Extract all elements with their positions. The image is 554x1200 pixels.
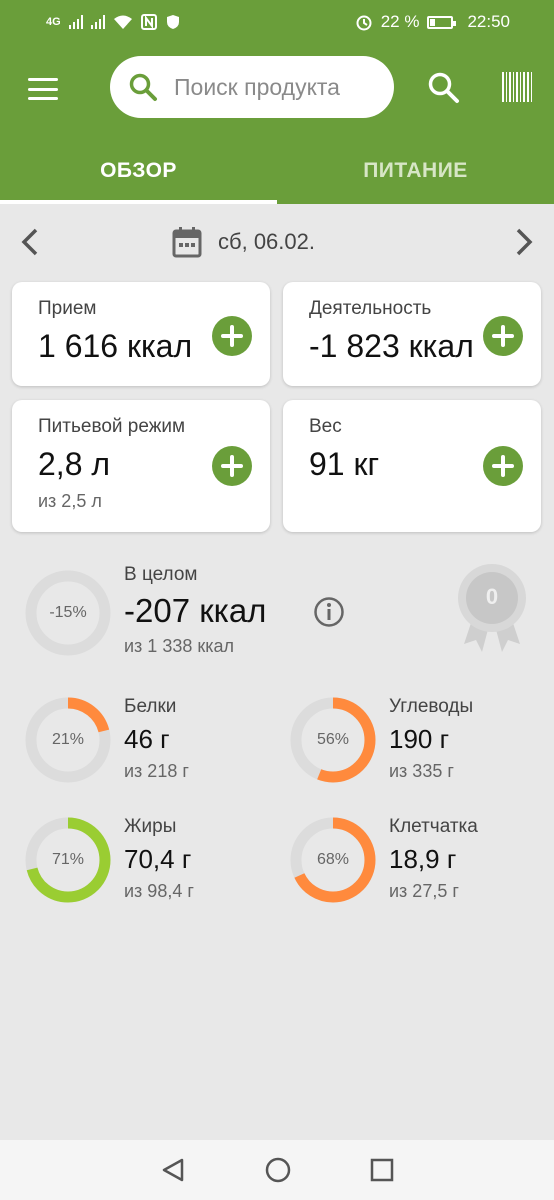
overall-label: В целом <box>124 564 198 585</box>
overall-percent: -15% <box>49 604 87 621</box>
home-icon[interactable] <box>265 1157 291 1183</box>
system-nav-bar <box>0 1140 554 1200</box>
carbs-percent: 56% <box>316 731 350 748</box>
fiber-percent: 68% <box>316 851 350 868</box>
overall-goal: из 1 338 ккал <box>124 636 235 656</box>
date-label: сб, 06.02. <box>218 229 315 254</box>
menu-icon[interactable] <box>28 78 58 100</box>
overall-ring: -15% <box>24 569 112 657</box>
info-icon[interactable] <box>313 596 345 628</box>
fiber-value: 18,9 г <box>389 844 457 874</box>
fiber-label: Клетчатка <box>389 816 478 837</box>
signal-icon-2 <box>90 15 105 29</box>
protein-ring: 21% <box>24 696 112 784</box>
calendar-icon <box>172 227 202 258</box>
weight-label: Вес <box>309 416 342 437</box>
fiber-goal: из 27,5 г <box>389 881 459 901</box>
fat-goal: из 98,4 г <box>124 881 194 901</box>
add-water-button[interactable] <box>212 446 252 486</box>
recents-icon[interactable] <box>370 1158 394 1182</box>
carbs-stat: Углеводы 190 г из 335 г <box>389 696 473 782</box>
water-goal: из 2,5 л <box>38 491 102 511</box>
chevron-right-icon[interactable] <box>510 226 538 258</box>
clock: 22:50 <box>467 12 510 31</box>
search-input[interactable] <box>174 73 374 101</box>
chevron-left-icon[interactable] <box>16 226 44 258</box>
alarm-icon <box>356 15 372 31</box>
status-bar: 4G 22 % 22:50 <box>0 0 554 44</box>
activity-card[interactable]: Деятельность -1 823 ккал <box>283 282 541 386</box>
award-badge-icon[interactable]: 0 <box>456 562 528 654</box>
badge-value: 0 <box>485 584 499 609</box>
fat-stat: Жиры 70,4 г из 98,4 г <box>124 816 194 902</box>
protein-label: Белки <box>124 696 177 717</box>
carbs-label: Углеводы <box>389 696 474 717</box>
app-bar: ОБЗОР ПИТАНИЕ <box>0 44 554 204</box>
carbs-value: 190 г <box>389 724 450 754</box>
back-icon[interactable] <box>160 1157 186 1183</box>
search-button-icon[interactable] <box>426 70 460 104</box>
battery-percent: 22 % <box>380 12 420 31</box>
fat-ring: 71% <box>24 816 112 904</box>
overall-summary: В целом -207 ккал из 1 338 ккал <box>124 564 266 657</box>
overall-value: -207 ккал <box>124 592 267 629</box>
protein-percent: 21% <box>51 731 85 748</box>
search-bar[interactable] <box>110 56 394 118</box>
search-icon <box>129 73 157 101</box>
water-card[interactable]: Питьевой режим 2,8 л из 2,5 л <box>12 400 270 532</box>
signal-icon <box>68 15 83 29</box>
protein-value: 46 г <box>124 724 170 754</box>
wifi-icon <box>113 15 132 29</box>
date-picker[interactable]: сб, 06.02. <box>172 226 315 258</box>
tab-overview[interactable]: ОБЗОР <box>0 138 277 204</box>
fat-percent: 71% <box>51 851 85 868</box>
protein-stat: Белки 46 г из 218 г <box>124 696 189 782</box>
add-activity-button[interactable] <box>483 316 523 356</box>
carbs-ring: 56% <box>289 696 377 784</box>
barcode-icon[interactable] <box>502 72 532 102</box>
fiber-stat: Клетчатка 18,9 г из 27,5 г <box>389 816 478 902</box>
tab-nutrition[interactable]: ПИТАНИЕ <box>277 138 554 204</box>
add-intake-button[interactable] <box>212 316 252 356</box>
weight-card[interactable]: Вес 91 кг <box>283 400 541 532</box>
water-label: Питьевой режим <box>38 416 186 437</box>
carbs-goal: из 335 г <box>389 761 454 781</box>
add-weight-button[interactable] <box>483 446 523 486</box>
battery-icon <box>427 15 457 29</box>
network-type: 4G <box>46 16 61 28</box>
fat-label: Жиры <box>124 816 177 837</box>
protein-goal: из 218 г <box>124 761 189 781</box>
nfc-icon <box>140 14 157 30</box>
shield-icon <box>166 15 179 29</box>
fat-value: 70,4 г <box>124 844 192 874</box>
date-selector: сб, 06.02. <box>0 204 554 278</box>
tab-bar: ОБЗОР ПИТАНИЕ <box>0 138 554 204</box>
fiber-ring: 68% <box>289 816 377 904</box>
intake-card[interactable]: Прием 1 616 ккал <box>12 282 270 386</box>
